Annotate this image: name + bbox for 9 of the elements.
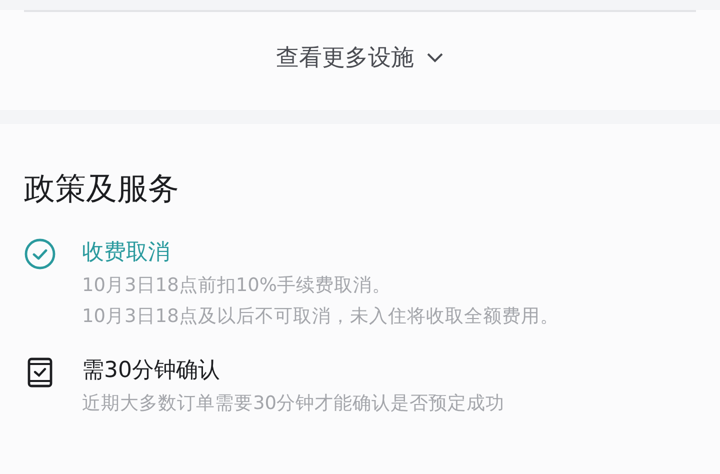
check-circle-icon: [24, 238, 56, 270]
chevron-down-icon: [426, 52, 444, 64]
policy-description: 近期大多数订单需要30分钟才能确认是否预定成功: [82, 392, 505, 416]
policy-description: 10月3日18点及以后不可取消，未入住将收取全额费用。: [82, 305, 559, 329]
more-facilities-link[interactable]: 查看更多设施: [276, 42, 444, 73]
policy-title: 需30分钟确认: [82, 357, 221, 385]
policy-title: 收费取消: [82, 239, 171, 267]
section-title: 政策及服务: [24, 170, 180, 209]
policy-description: 10月3日18点前扣10%手续费取消。: [82, 274, 392, 298]
